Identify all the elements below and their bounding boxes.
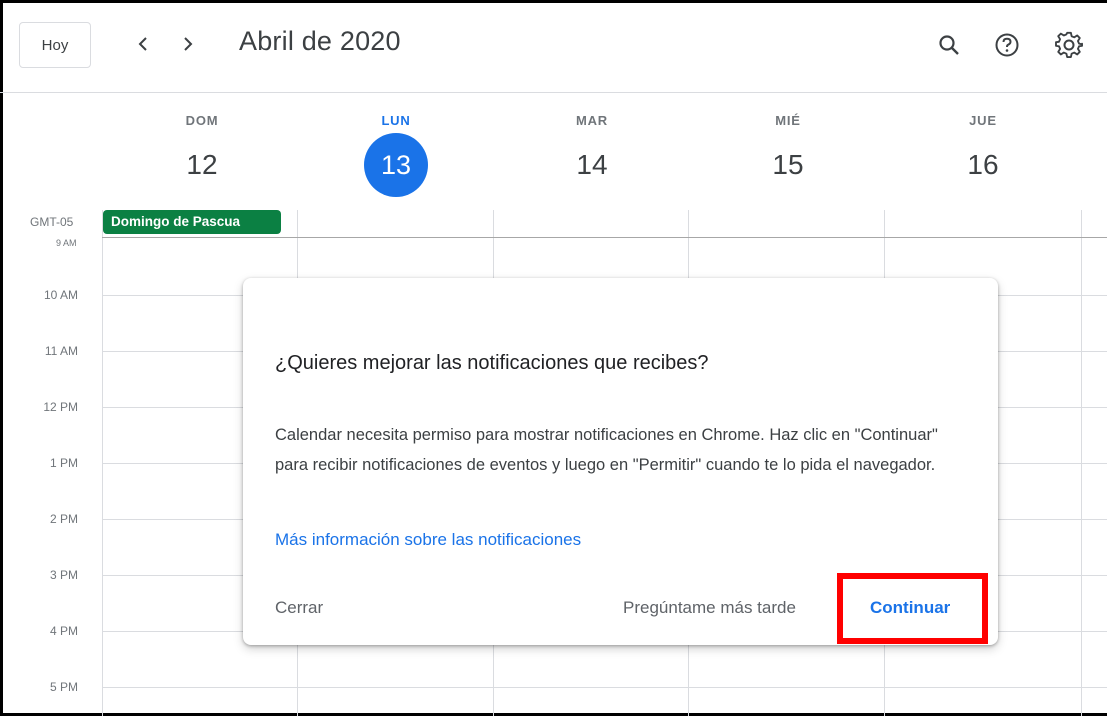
hour-label: 1 PM [49, 456, 78, 470]
day-number: 14 [576, 149, 608, 180]
day-header-mie[interactable]: MIÉ 15 [691, 113, 885, 188]
today-date-badge: 13 [364, 133, 428, 197]
day-name: DOM [185, 113, 219, 128]
timezone-label: GMT-05 [30, 215, 74, 229]
day-header-lun[interactable]: LUN 13 [299, 113, 493, 197]
help-icon[interactable] [992, 30, 1022, 60]
hour-line [102, 687, 1107, 688]
calendar-header: Hoy Abril de 2020 [0, 0, 1107, 93]
highlight-box [837, 573, 988, 644]
hour-label: 5 PM [49, 680, 78, 694]
gear-icon[interactable] [1054, 30, 1084, 60]
day-number: 16 [967, 149, 999, 180]
chevron-left-icon[interactable] [133, 32, 153, 56]
hour-label: 12 PM [43, 400, 78, 414]
day-header-mar[interactable]: MAR 14 [495, 113, 689, 188]
day-header-jue[interactable]: JUE 16 [886, 113, 1080, 188]
dialog-body: Calendar necesita permiso para mostrar n… [275, 426, 938, 474]
ask-later-button[interactable]: Pregúntame más tarde [623, 598, 796, 618]
chevron-right-icon[interactable] [178, 32, 198, 56]
hour-label-partial: 9 AM [56, 238, 77, 246]
hour-label: 10 AM [43, 288, 78, 302]
day-name: MIÉ [775, 113, 801, 128]
search-icon[interactable] [934, 30, 964, 60]
learn-more-link[interactable]: Más información sobre las notificaciones [275, 530, 581, 550]
close-button[interactable]: Cerrar [275, 598, 323, 618]
day-header-dom[interactable]: DOM 12 [105, 113, 299, 188]
dialog-title: ¿Quieres mejorar las notificaciones que … [275, 352, 709, 374]
hour-label: 3 PM [49, 568, 78, 582]
hour-label: 2 PM [49, 512, 78, 526]
day-number: 15 [772, 149, 804, 180]
day-name: LUN [381, 113, 411, 128]
today-button[interactable]: Hoy [19, 22, 91, 68]
month-title: Abril de 2020 [239, 26, 401, 56]
day-name: JUE [969, 113, 997, 128]
day-number: 12 [186, 149, 218, 180]
hour-label: 4 PM [49, 624, 78, 638]
day-name: MAR [575, 113, 608, 128]
hour-label: 11 AM [44, 344, 78, 358]
all-day-event[interactable]: Domingo de Pascua [103, 210, 281, 234]
all-day-separator [102, 237, 1107, 238]
